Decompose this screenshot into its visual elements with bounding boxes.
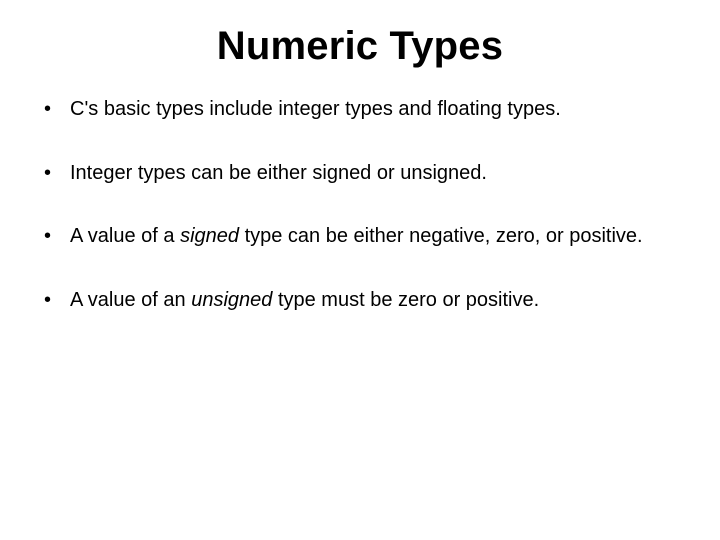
slide: Numeric Types C's basic types include in… xyxy=(0,0,720,540)
bullet-text-post: type can be either negative, zero, or po… xyxy=(239,225,643,247)
bullet-text-pre: A value of a xyxy=(70,225,180,247)
bullet-text-pre: C's basic types include integer types an… xyxy=(70,98,561,120)
bullet-text-post: type must be zero or positive. xyxy=(272,289,539,311)
list-item: A value of an unsigned type must be zero… xyxy=(44,288,684,314)
list-item: A value of a signed type can be either n… xyxy=(44,224,684,250)
bullet-list: C's basic types include integer types an… xyxy=(30,97,690,313)
list-item: Integer types can be either signed or un… xyxy=(44,161,684,187)
list-item: C's basic types include integer types an… xyxy=(44,97,684,123)
bullet-text-pre: A value of an xyxy=(70,289,191,311)
slide-title: Numeric Types xyxy=(30,24,690,69)
bullet-text-em: unsigned xyxy=(191,289,272,311)
bullet-text-em: signed xyxy=(180,225,239,247)
bullet-text-pre: Integer types can be either signed or un… xyxy=(70,162,487,184)
